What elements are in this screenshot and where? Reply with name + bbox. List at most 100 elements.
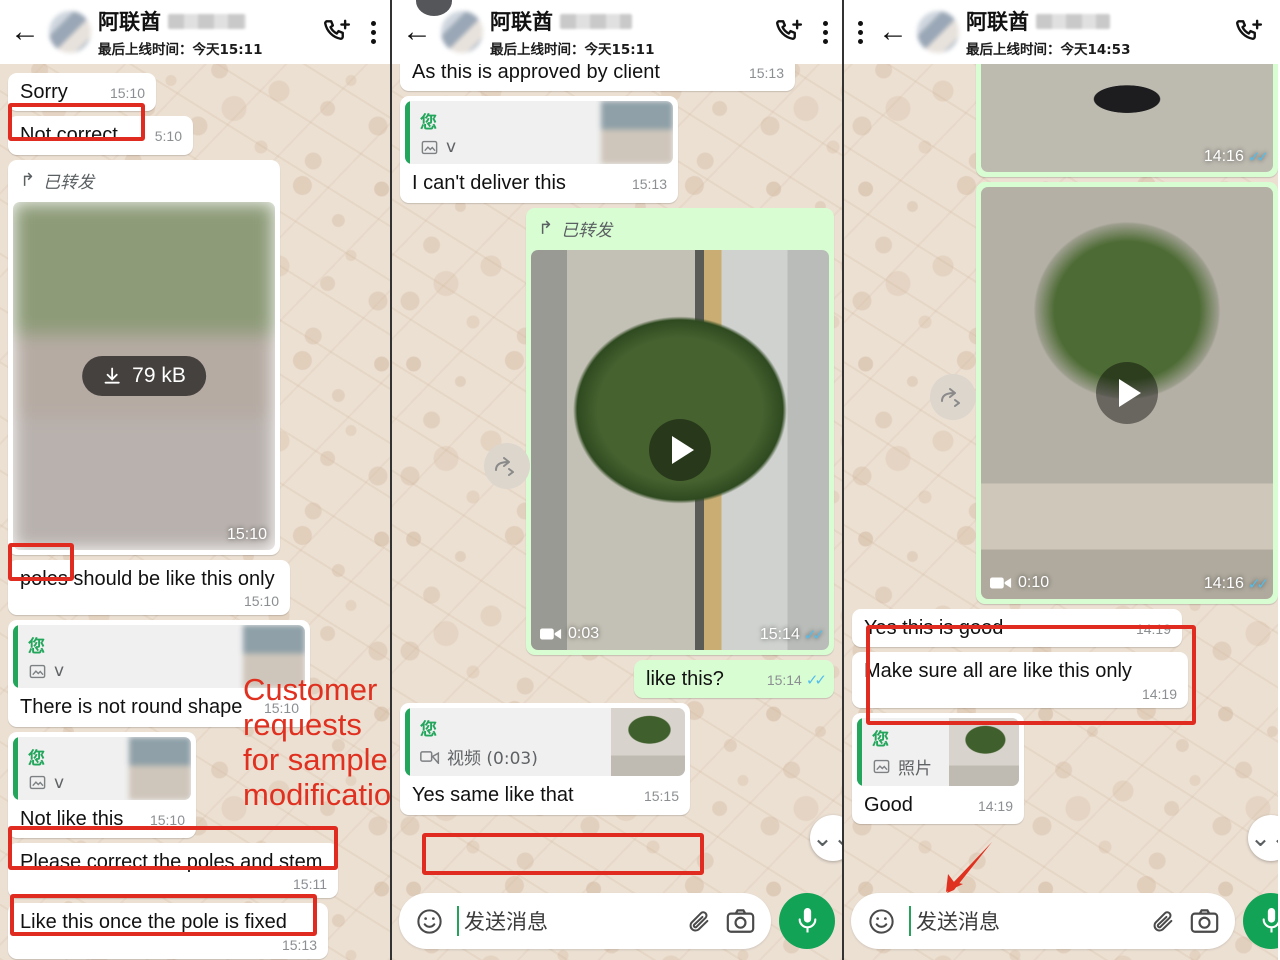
- message-bubble[interactable]: Like this once the pole is fixed 15:13: [8, 903, 328, 959]
- message-list[interactable]: Sorry 15:10 Not correct 5:10 ↱ 已转发 79 kB…: [0, 64, 390, 960]
- message-text: Make sure all are like this only: [864, 660, 1132, 683]
- quote-kind: v: [446, 137, 457, 158]
- message-bubble[interactable]: Not correct 5:10: [8, 116, 193, 155]
- avatar[interactable]: [49, 11, 91, 53]
- message-row: Please correct the poles and stem 15:11: [8, 842, 382, 899]
- voice-record-button[interactable]: [1243, 893, 1278, 949]
- message-list[interactable]: As this is approved by client 15:13 您 v: [392, 53, 842, 960]
- message-row: As this is approved by client 15:13: [400, 53, 834, 92]
- back-arrow-icon[interactable]: ←: [8, 17, 42, 47]
- reply-message-bubble[interactable]: 您 v Not like this 15:10: [8, 731, 196, 838]
- quote-author: 您: [28, 637, 45, 658]
- message-composer: 发送消息: [392, 882, 842, 960]
- message-time: 15:10: [149, 811, 185, 828]
- last-seen-status: 最后上线时间：今天14:53: [966, 42, 1131, 58]
- forward-button[interactable]: [484, 443, 530, 489]
- play-icon[interactable]: [649, 418, 711, 481]
- overflow-menu-icon[interactable]: [365, 20, 382, 44]
- contact-name: 阿联酋: [98, 10, 161, 34]
- image-icon: [29, 664, 46, 678]
- quoted-message[interactable]: 您 照片: [857, 717, 1019, 786]
- quote-thumbnail: [601, 101, 673, 165]
- message-time: 14:19: [1135, 621, 1171, 637]
- quote-kind: v: [54, 772, 65, 793]
- media-message-bubble[interactable]: 0:10 14:16 ✓✓: [976, 182, 1278, 604]
- message-time: 14:19: [977, 797, 1013, 814]
- add-call-icon[interactable]: [768, 17, 810, 47]
- message-bubble[interactable]: Sorry 15:10: [8, 73, 156, 112]
- download-size: 79 kB: [132, 363, 186, 387]
- contact-name: 阿联酋: [966, 10, 1029, 34]
- chat-header: ← 阿联酋 最后上线时间：今天14:53: [844, 0, 1278, 64]
- download-button[interactable]: 79 kB: [82, 355, 206, 396]
- quote-kind: v: [54, 661, 65, 682]
- paperclip-icon: [1153, 910, 1173, 932]
- message-text: Yes this is good: [864, 617, 1004, 639]
- message-row: ↱ 已转发 79 kB 15:10: [8, 159, 382, 555]
- quoted-message[interactable]: 您 视频 (0:03): [405, 708, 685, 777]
- message-row: ↱ 已转发 0:03 15:14 ✓✓: [400, 207, 834, 655]
- message-input-container[interactable]: 发送消息: [851, 893, 1235, 949]
- message-bubble[interactable]: Please correct the poles and stem 15:11: [8, 842, 338, 899]
- message-bubble[interactable]: like this? 15:14 ✓✓: [634, 659, 834, 699]
- message-time: 15:13: [631, 176, 667, 193]
- message-bubble[interactable]: Make sure all are like this only 14:19: [852, 652, 1188, 708]
- add-call-icon[interactable]: [316, 17, 358, 47]
- media-time: 14:16 ✓✓: [1203, 575, 1269, 593]
- message-input[interactable]: 发送消息: [909, 906, 1137, 936]
- play-icon[interactable]: [1096, 362, 1158, 424]
- avatar[interactable]: [917, 11, 959, 53]
- add-call-icon[interactable]: [1228, 17, 1270, 47]
- video-camera-icon: [540, 628, 562, 640]
- image-icon: [29, 775, 46, 790]
- last-seen-status: 最后上线时间：今天15:11: [490, 42, 655, 58]
- message-text: poles should be like this only: [20, 567, 275, 590]
- forward-arrow-icon: ↱: [20, 169, 36, 191]
- media-message-bubble[interactable]: ↱ 已转发 79 kB 15:10: [8, 159, 280, 555]
- message-time: 15:10: [109, 85, 145, 101]
- quote-thumbnail: [949, 717, 1019, 786]
- read-receipt-icon: ✓✓: [805, 671, 827, 689]
- video-thumbnail[interactable]: 0:10 14:16 ✓✓: [981, 187, 1273, 599]
- contact-name: 阿联酋: [490, 10, 553, 34]
- quote-kind: 照片: [898, 758, 932, 779]
- back-arrow-icon[interactable]: ←: [400, 17, 434, 47]
- overflow-menu-icon[interactable]: [852, 20, 869, 44]
- media-time: 15:10: [226, 525, 267, 543]
- quote-thumbnail: [129, 736, 191, 800]
- forwarded-label: ↱ 已转发: [538, 217, 613, 241]
- back-arrow-icon[interactable]: ←: [876, 17, 910, 47]
- message-text: There is not round shape: [20, 696, 243, 719]
- quoted-message[interactable]: 您 v: [405, 101, 673, 165]
- voice-record-button[interactable]: [779, 893, 835, 949]
- message-bubble[interactable]: poles should be like this only 15:10: [8, 559, 290, 616]
- chat-header: ← 阿联酋 最后上线时间：今天15:11: [392, 0, 842, 64]
- screenshot-collage: ← 阿联酋 最后上线时间：今天15:11 Sorry 15:10 Not cor…: [0, 0, 1280, 960]
- overflow-menu-icon[interactable]: [817, 20, 834, 44]
- message-time: 15:13: [281, 936, 317, 953]
- camera-icon: [726, 908, 755, 933]
- message-text: I can't deliver this: [412, 172, 566, 195]
- avatar[interactable]: [441, 11, 483, 53]
- emoji-icon: [869, 908, 894, 934]
- read-receipt-icon: ✓✓: [1247, 149, 1269, 166]
- quote-kind: 视频 (0:03): [447, 749, 538, 770]
- media-thumbnail[interactable]: 79 kB 15:10: [13, 201, 275, 550]
- message-time: 5:10: [154, 128, 182, 145]
- reply-message-bubble[interactable]: 您 视频 (0:03) Yes same like that 15:15: [400, 703, 690, 815]
- message-bubble[interactable]: Yes this is good 14:19: [852, 609, 1182, 648]
- media-message-bubble[interactable]: ↱ 已转发 0:03 15:14 ✓✓: [526, 207, 834, 655]
- reply-message-bubble[interactable]: 您 照片 Good 14:19: [852, 712, 1024, 825]
- message-input[interactable]: 发送消息: [457, 906, 673, 936]
- quoted-message[interactable]: 您 v: [13, 736, 191, 800]
- message-list[interactable]: 14:16 ✓✓ 0:10 14:16 ✓✓ Yes this is good …: [844, 5, 1278, 960]
- message-input-container[interactable]: 发送消息: [399, 893, 771, 949]
- reply-message-bubble[interactable]: 您 v I can't deliver this 15:13: [400, 96, 678, 203]
- message-time: 15:10: [243, 593, 279, 610]
- message-row: poles should be like this only 15:10: [8, 559, 382, 616]
- forward-button[interactable]: [930, 374, 976, 420]
- last-seen-status: 最后上线时间：今天15:11: [98, 42, 263, 58]
- video-thumbnail[interactable]: 0:03 15:14 ✓✓: [531, 249, 829, 650]
- emoji-icon: [417, 908, 442, 934]
- video-camera-icon: [990, 577, 1012, 589]
